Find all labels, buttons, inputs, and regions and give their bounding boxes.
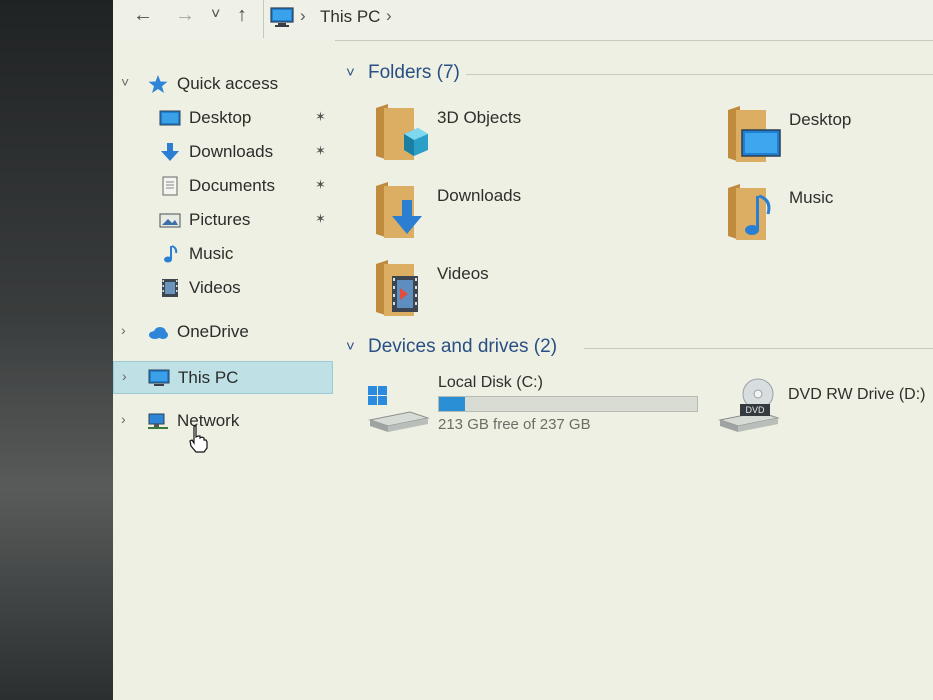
nav-item-quick-access[interactable]: ˅ Quick access — [113, 68, 333, 100]
nav-item-label: This PC — [178, 368, 239, 387]
chevron-right-icon[interactable]: › — [121, 322, 126, 338]
download-arrow-icon — [161, 143, 179, 161]
group-divider — [584, 348, 933, 349]
folder-label: Desktop — [789, 110, 852, 129]
back-button[interactable]: ← — [133, 4, 153, 27]
document-icon — [162, 176, 178, 196]
desktop-folder-icon — [728, 106, 781, 162]
drive-local-disk-c[interactable]: Local Disk (C:) 213 GB free of 237 GB — [368, 374, 708, 444]
windows-drive-icon — [368, 386, 430, 432]
videos-folder-icon — [376, 260, 418, 316]
folder-3d-objects[interactable]: 3D Objects — [374, 102, 634, 172]
nav-item-label: Quick access — [177, 74, 279, 93]
drive-dvd-d[interactable]: DVD DVD RW Drive (D:) — [718, 378, 933, 448]
drives-group-header[interactable]: ˅ Devices and drives (2) — [346, 336, 933, 362]
dvd-badge: DVD — [745, 405, 765, 415]
content-pane: ˅ Folders (7) 3D Objects Desktop Downloa… — [338, 40, 933, 700]
network-icon — [148, 413, 168, 429]
star-icon — [148, 75, 168, 93]
downloads-folder-icon — [376, 182, 422, 238]
nav-item-onedrive[interactable]: › OneDrive — [113, 316, 333, 348]
folder-label: Videos — [437, 264, 489, 283]
nav-item-label: Pictures — [189, 210, 251, 229]
file-explorer-window: ← → ˅ ↑ › This PC › ˅ Quick access Deskt… — [113, 0, 933, 700]
navigation-pane: ˅ Quick access Desktop ✶ Downloads ✶ Doc… — [113, 40, 335, 700]
group-title: Folders (7) — [368, 62, 460, 83]
drive-usage-bar — [438, 396, 698, 412]
address-field[interactable]: › This PC › — [263, 0, 933, 38]
drive-name: Local Disk (C:) — [438, 374, 543, 391]
breadcrumb-separator[interactable]: › — [386, 6, 392, 26]
nav-item-label: Downloads — [189, 142, 274, 161]
cloud-icon — [149, 327, 168, 339]
music-folder-icon — [728, 184, 771, 240]
nav-item-label: Documents — [189, 176, 275, 195]
group-title: Devices and drives (2) — [368, 336, 558, 357]
nav-item-videos[interactable]: Videos — [113, 272, 333, 304]
folder-desktop[interactable]: Desktop — [726, 104, 933, 174]
chevron-right-icon[interactable]: › — [121, 411, 126, 427]
computer-icon — [270, 7, 294, 27]
monitor-bezel — [0, 0, 113, 700]
3d-objects-folder-icon — [376, 104, 428, 160]
drive-free-space: 213 GB free of 237 GB — [438, 416, 591, 433]
folder-videos[interactable]: Videos — [374, 258, 634, 328]
folder-label: 3D Objects — [437, 108, 522, 127]
chevron-down-icon[interactable]: ˅ — [121, 74, 129, 90]
chevron-down-icon[interactable]: ˅ — [346, 338, 355, 355]
nav-item-label: Music — [189, 244, 234, 263]
folder-label: Music — [789, 188, 834, 207]
group-divider — [466, 74, 933, 75]
folder-music[interactable]: Music — [726, 182, 933, 252]
nav-item-pictures[interactable]: Pictures ✶ — [113, 204, 333, 236]
breadcrumb-this-pc[interactable]: This PC — [320, 7, 380, 27]
nav-item-label: OneDrive — [177, 322, 249, 341]
nav-item-label: Desktop — [189, 108, 252, 127]
chevron-right-icon[interactable]: › — [122, 368, 127, 384]
pin-icon[interactable]: ✶ — [315, 211, 326, 227]
nav-item-music[interactable]: Music — [113, 238, 333, 270]
nav-item-documents[interactable]: Documents ✶ — [113, 170, 333, 202]
pin-icon[interactable]: ✶ — [315, 109, 326, 125]
folders-group-header[interactable]: ˅ Folders (7) — [346, 62, 933, 88]
nav-item-downloads[interactable]: Downloads ✶ — [113, 136, 333, 168]
nav-item-label: Videos — [189, 278, 241, 297]
nav-item-network[interactable]: › Network — [113, 405, 333, 437]
desktop-icon — [159, 110, 181, 126]
chevron-down-icon[interactable]: ˅ — [346, 64, 355, 81]
pin-icon[interactable]: ✶ — [315, 177, 326, 193]
folder-downloads[interactable]: Downloads — [374, 180, 634, 250]
folder-label: Downloads — [437, 186, 522, 205]
computer-icon — [148, 369, 170, 386]
dvd-drive-icon: DVD — [718, 378, 780, 432]
pin-icon[interactable]: ✶ — [315, 143, 326, 159]
navigation-bar: ← → ˅ ↑ › This PC › — [113, 0, 933, 41]
drive-usage-fill — [439, 397, 466, 411]
forward-button[interactable]: → — [175, 4, 195, 27]
up-button[interactable]: ↑ — [237, 4, 247, 27]
film-icon — [162, 279, 178, 297]
music-note-icon — [164, 245, 178, 263]
nav-item-desktop[interactable]: Desktop ✶ — [113, 102, 333, 134]
hand-cursor-icon — [189, 425, 208, 453]
nav-item-this-pc[interactable]: › This PC — [113, 361, 333, 394]
breadcrumb-separator[interactable]: › — [300, 6, 306, 26]
drive-name: DVD RW Drive (D:) — [788, 386, 926, 403]
recent-locations-button[interactable]: ˅ — [211, 6, 220, 24]
pictures-icon — [159, 213, 181, 228]
